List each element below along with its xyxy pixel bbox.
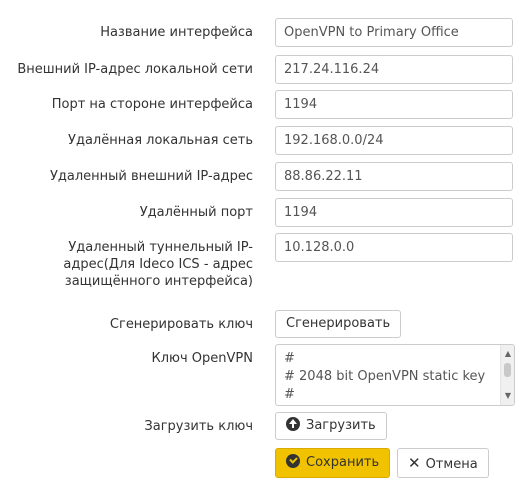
interface-port-input[interactable]: 1194	[275, 90, 513, 119]
openvpn-key-line-1: #	[284, 351, 295, 366]
local-external-ip-label: Внешний IP-адрес локальной сети	[17, 62, 253, 77]
scroll-up-icon[interactable]: ▲	[501, 347, 514, 361]
interface-name-label: Название интерфейса	[100, 25, 253, 40]
openvpn-key-line-2: # 2048 bit OpenVPN static key	[284, 369, 486, 384]
upload-key-button[interactable]: Загрузить	[275, 412, 387, 440]
upload-key-button-label: Загрузить	[306, 418, 376, 433]
interface-name-input[interactable]: OpenVPN to Primary Office	[275, 18, 513, 47]
remote-tunnel-ip-input[interactable]: 10.128.0.0	[275, 233, 513, 262]
scroll-thumb[interactable]	[504, 363, 511, 377]
remote-port-label: Удалённый порт	[139, 205, 253, 220]
remote-external-ip-label: Удаленный внешний IP-адрес	[49, 169, 253, 184]
remote-tunnel-ip-label: Удаленный туннельный IP- адрес(Для Ideco…	[13, 239, 253, 290]
scroll-down-icon[interactable]: ▼	[501, 389, 514, 403]
upload-circle-icon	[286, 417, 300, 431]
check-circle-icon	[286, 454, 300, 468]
remote-tunnel-ip-label-line-1: Удаленный туннельный IP-	[68, 240, 253, 255]
cancel-button[interactable]: ✕ Отмена	[397, 448, 489, 478]
generate-key-button[interactable]: Сгенерировать	[275, 310, 402, 338]
save-button[interactable]: Сохранить	[275, 448, 391, 478]
upload-key-label: Загрузить ключ	[144, 419, 253, 434]
openvpn-key-scrollbar[interactable]: ▲ ▼	[500, 345, 514, 405]
remote-local-network-input[interactable]: 192.168.0.0/24	[275, 126, 513, 155]
save-button-label: Сохранить	[306, 455, 380, 470]
remote-tunnel-ip-label-line-2: адрес(Для Ideco ICS - адрес	[63, 257, 253, 272]
generate-key-label: Сгенерировать ключ	[109, 317, 253, 332]
close-icon: ✕	[408, 454, 421, 472]
remote-external-ip-input[interactable]: 88.86.22.11	[275, 162, 513, 191]
cancel-button-label: Отмена	[425, 457, 478, 472]
local-external-ip-input[interactable]: 217.24.116.24	[275, 55, 513, 84]
openvpn-key-textarea[interactable]: # # 2048 bit OpenVPN static key # ▲ ▼	[275, 344, 515, 406]
interface-port-label: Порт на стороне интерфейса	[51, 97, 253, 112]
openvpn-key-label: Ключ OpenVPN	[151, 351, 253, 366]
openvpn-key-line-3: #	[284, 387, 295, 402]
remote-local-network-label: Удалённая локальная сеть	[68, 133, 253, 148]
remote-tunnel-ip-label-line-3: защищённого интерфейса)	[64, 274, 253, 289]
remote-port-input[interactable]: 1194	[275, 198, 513, 227]
